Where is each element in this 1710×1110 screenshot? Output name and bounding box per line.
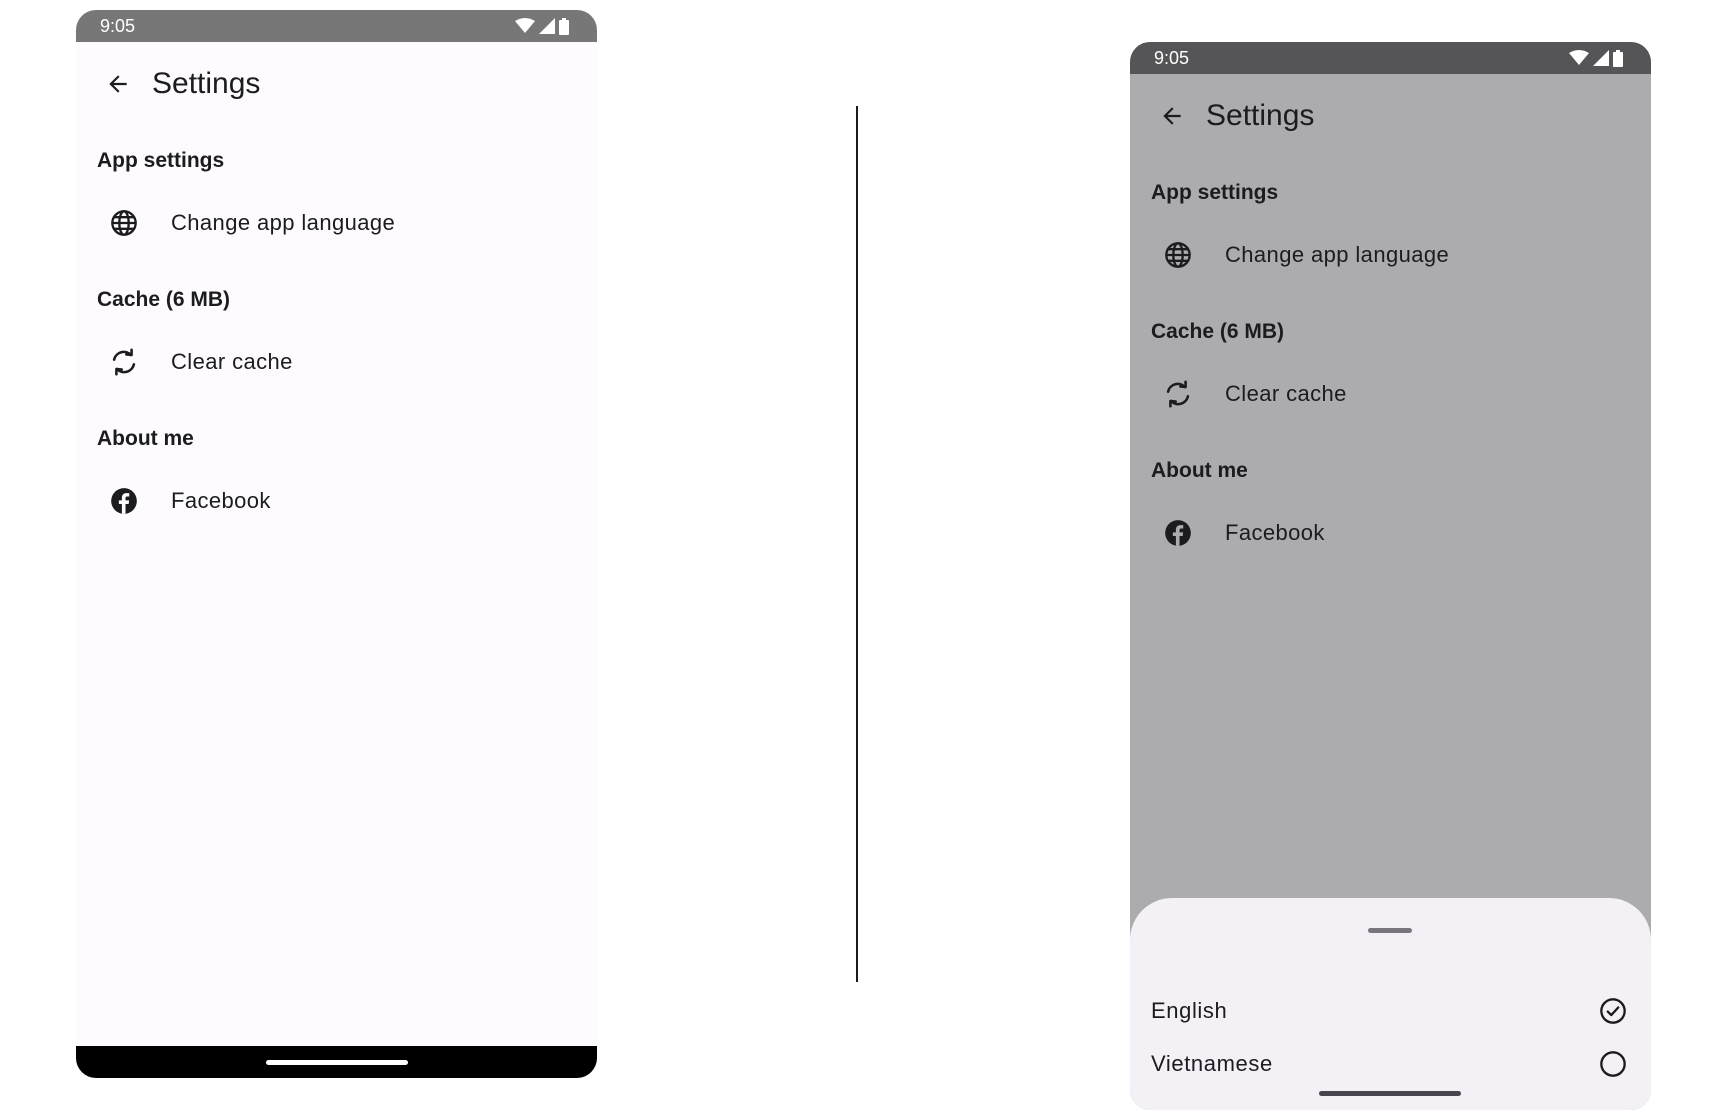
sheet-drag-handle[interactable] [1368, 928, 1412, 933]
section-header-about-me: About me [1151, 459, 1248, 482]
change-language-label: Change app language [171, 210, 396, 235]
facebook-icon [109, 486, 139, 516]
status-bar: 9:05 [76, 10, 597, 42]
signal-icon [539, 18, 555, 34]
section-header-cache: Cache (6 MB) [1151, 320, 1285, 343]
globe-icon [109, 208, 139, 238]
language-option-label: Vietnamese [1151, 1051, 1273, 1076]
arrow-back-icon [109, 75, 127, 93]
section-header-app-settings: App settings [97, 149, 225, 172]
empty-circle-icon[interactable] [1598, 1049, 1628, 1079]
status-bar: 9:05 [1130, 42, 1651, 74]
status-time: 9:05 [1154, 47, 1190, 68]
back-button[interactable] [1150, 94, 1194, 138]
facebook-icon [1163, 518, 1193, 548]
wifi-icon [515, 18, 535, 33]
facebook-item[interactable]: Facebook [76, 456, 597, 546]
clear-cache-item[interactable]: Clear cache [76, 317, 597, 407]
language-option-vietnamese[interactable]: Vietnamese [1130, 1038, 1651, 1090]
facebook-label: Facebook [171, 488, 271, 513]
facebook-label: Facebook [1225, 520, 1325, 545]
refresh-icon [1163, 379, 1193, 409]
gesture-handle[interactable] [265, 1059, 408, 1065]
refresh-icon [109, 347, 139, 377]
top-app-bar: Settings [76, 42, 597, 126]
status-icons [515, 17, 569, 35]
facebook-item[interactable]: Facebook [1130, 488, 1651, 578]
clear-cache-label: Clear cache [171, 349, 293, 374]
top-app-bar: Settings [1130, 74, 1651, 158]
battery-icon [1613, 49, 1623, 67]
section-header-about-me: About me [97, 427, 194, 450]
gesture-handle[interactable] [1319, 1091, 1461, 1096]
clear-cache-label: Clear cache [1225, 381, 1347, 406]
status-icons [1569, 49, 1623, 67]
clear-cache-item[interactable]: Clear cache [1130, 349, 1651, 439]
signal-icon [1593, 50, 1609, 66]
language-option-english[interactable]: English [1130, 985, 1651, 1037]
status-time: 9:05 [100, 15, 136, 36]
navigation-bar [76, 1046, 597, 1078]
comparison-divider [856, 106, 858, 982]
change-language-item[interactable]: Change app language [76, 178, 597, 268]
page-title: Settings [152, 67, 261, 100]
change-language-label: Change app language [1225, 242, 1450, 267]
check-circle-icon[interactable] [1598, 996, 1628, 1026]
change-language-item[interactable]: Change app language [1130, 210, 1651, 300]
language-option-label: English [1151, 998, 1228, 1023]
settings-screen: 9:05 Settings App settings Change app la… [76, 10, 597, 1078]
page-title: Settings [1206, 99, 1315, 132]
section-header-app-settings: App settings [1151, 181, 1279, 204]
section-header-cache: Cache (6 MB) [97, 288, 231, 311]
back-button[interactable] [96, 62, 140, 106]
wifi-icon [1569, 50, 1589, 65]
language-bottom-sheet: English Vietnamese [1130, 898, 1651, 1110]
settings-screen-with-language-sheet: 9:05 Settings App settings Change app la… [1130, 42, 1651, 1110]
battery-icon [559, 17, 569, 35]
arrow-back-icon [1163, 107, 1181, 125]
globe-icon [1163, 240, 1193, 270]
